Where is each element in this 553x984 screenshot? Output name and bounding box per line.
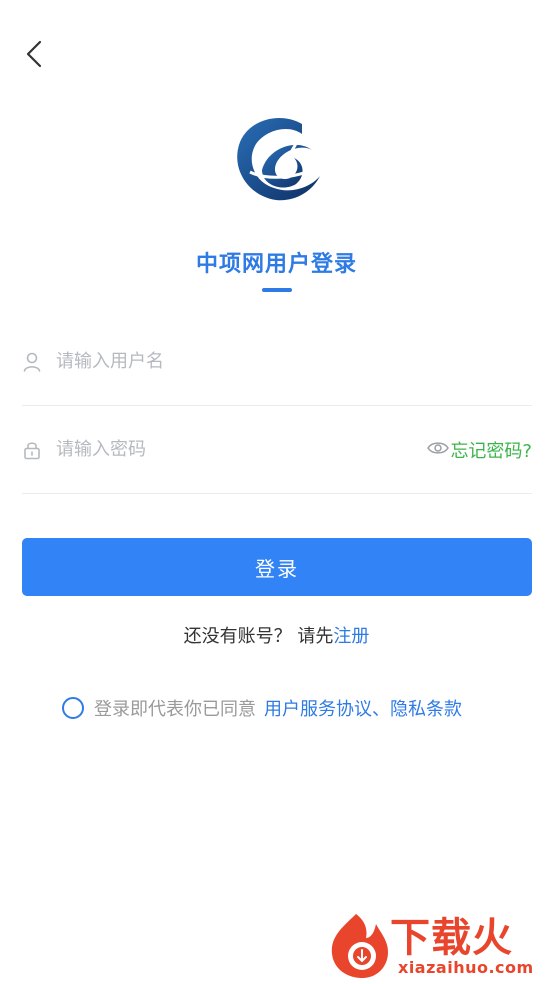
zhongxiang-logo-icon	[232, 112, 326, 204]
title-underline	[262, 288, 292, 292]
register-question: 还没有账号？	[183, 626, 292, 647]
password-field-row: 忘记密码?	[22, 406, 532, 494]
username-input[interactable]	[56, 346, 532, 377]
lock-icon	[22, 440, 42, 460]
agreement-radio[interactable]	[62, 697, 84, 719]
password-visibility-toggle[interactable]	[426, 440, 450, 460]
password-input[interactable]	[56, 434, 427, 465]
agreement-separator: 、	[372, 699, 390, 720]
register-link[interactable]: 注册	[333, 626, 369, 647]
page-title: 中项网用户登录	[195, 252, 357, 277]
watermark-brand: 下载火	[390, 915, 513, 961]
username-field-row	[22, 318, 532, 406]
watermark-domain: xiazaihuo.com	[398, 958, 534, 977]
forgot-password-link[interactable]: 忘记密码?	[450, 437, 532, 463]
eye-icon	[427, 440, 450, 459]
register-prompt: 还没有账号？ 请先注册	[0, 622, 553, 648]
register-pre-text: 请先	[297, 626, 334, 647]
back-button[interactable]	[18, 38, 50, 74]
login-button[interactable]: 登录	[22, 538, 532, 596]
privacy-policy-link[interactable]: 隐私条款	[390, 695, 462, 721]
user-icon	[22, 352, 42, 372]
agreement-text: 登录即代表你已同意	[94, 699, 256, 720]
chevron-left-icon	[26, 40, 42, 72]
service-agreement-link[interactable]: 用户服务协议	[264, 695, 372, 721]
agreement-row: 登录即代表你已同意 用户服务协议、隐私条款	[62, 694, 462, 722]
